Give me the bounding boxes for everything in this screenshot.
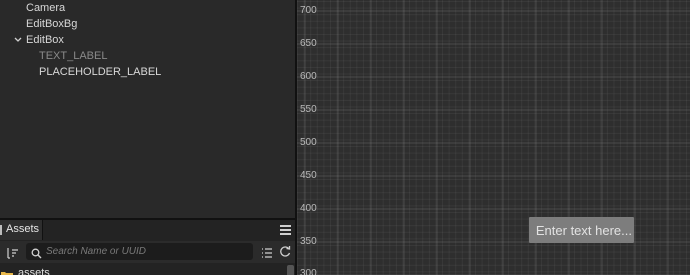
tab-label: Assets — [6, 223, 40, 235]
assets-tab-icon — [0, 225, 2, 235]
tree-node-placeholder-label[interactable]: PLACEHOLDER_LABEL — [0, 64, 295, 80]
ruler-label: 550 — [300, 104, 317, 115]
assets-panel: Assets Search Name or UUID assets — [0, 218, 295, 275]
search-box — [26, 243, 253, 260]
hierarchy-panel: Camera EditBoxBg EditBox TEXT_LABEL PLAC… — [0, 0, 295, 218]
assets-scrollbar[interactable] — [287, 265, 294, 275]
tree-node-label: EditBoxBg — [26, 18, 78, 30]
assets-root-label: assets — [18, 267, 50, 275]
tab-assets[interactable]: Assets — [0, 220, 43, 240]
ruler-label: 400 — [300, 203, 317, 214]
search-input[interactable] — [46, 243, 246, 260]
tree-node-label: PLACEHOLDER_LABEL — [39, 66, 162, 78]
refresh-icon[interactable] — [279, 245, 291, 258]
ruler-label: 300 — [300, 268, 317, 275]
sort-icon[interactable] — [7, 246, 19, 259]
tree-node-label: TEXT_LABEL — [39, 50, 108, 62]
editbox-node[interactable]: Enter text here... — [529, 217, 634, 243]
ruler-label: 500 — [300, 137, 317, 148]
ruler-label: 650 — [300, 38, 317, 49]
menu-icon[interactable] — [280, 225, 291, 235]
ruler-label: 450 — [300, 170, 317, 181]
tree-node-editbox[interactable]: EditBox — [0, 32, 295, 48]
folder-icon — [1, 268, 13, 275]
search-icon — [31, 246, 42, 259]
tree-node-camera[interactable]: Camera — [0, 0, 295, 16]
ruler-label: 700 — [300, 5, 317, 16]
ruler-label: 600 — [300, 71, 317, 82]
ruler-label: 350 — [300, 236, 317, 247]
assets-root-item[interactable]: assets — [0, 265, 295, 275]
scene-view[interactable]: 700 650 600 550 500 450 400 350 300 Ente… — [297, 0, 690, 275]
assets-toolbar — [0, 241, 295, 263]
editbox-placeholder-text: Enter text here... — [535, 223, 632, 238]
chevron-down-icon[interactable] — [13, 32, 23, 48]
tree-node-label: Camera — [26, 2, 66, 14]
list-icon[interactable] — [261, 246, 273, 258]
tree-node-editboxbg[interactable]: EditBoxBg — [0, 16, 295, 32]
editor-window: Camera EditBoxBg EditBox TEXT_LABEL PLAC… — [0, 0, 690, 275]
tree-node-text-label[interactable]: TEXT_LABEL — [0, 48, 295, 64]
tree-node-label: EditBox — [26, 34, 64, 46]
